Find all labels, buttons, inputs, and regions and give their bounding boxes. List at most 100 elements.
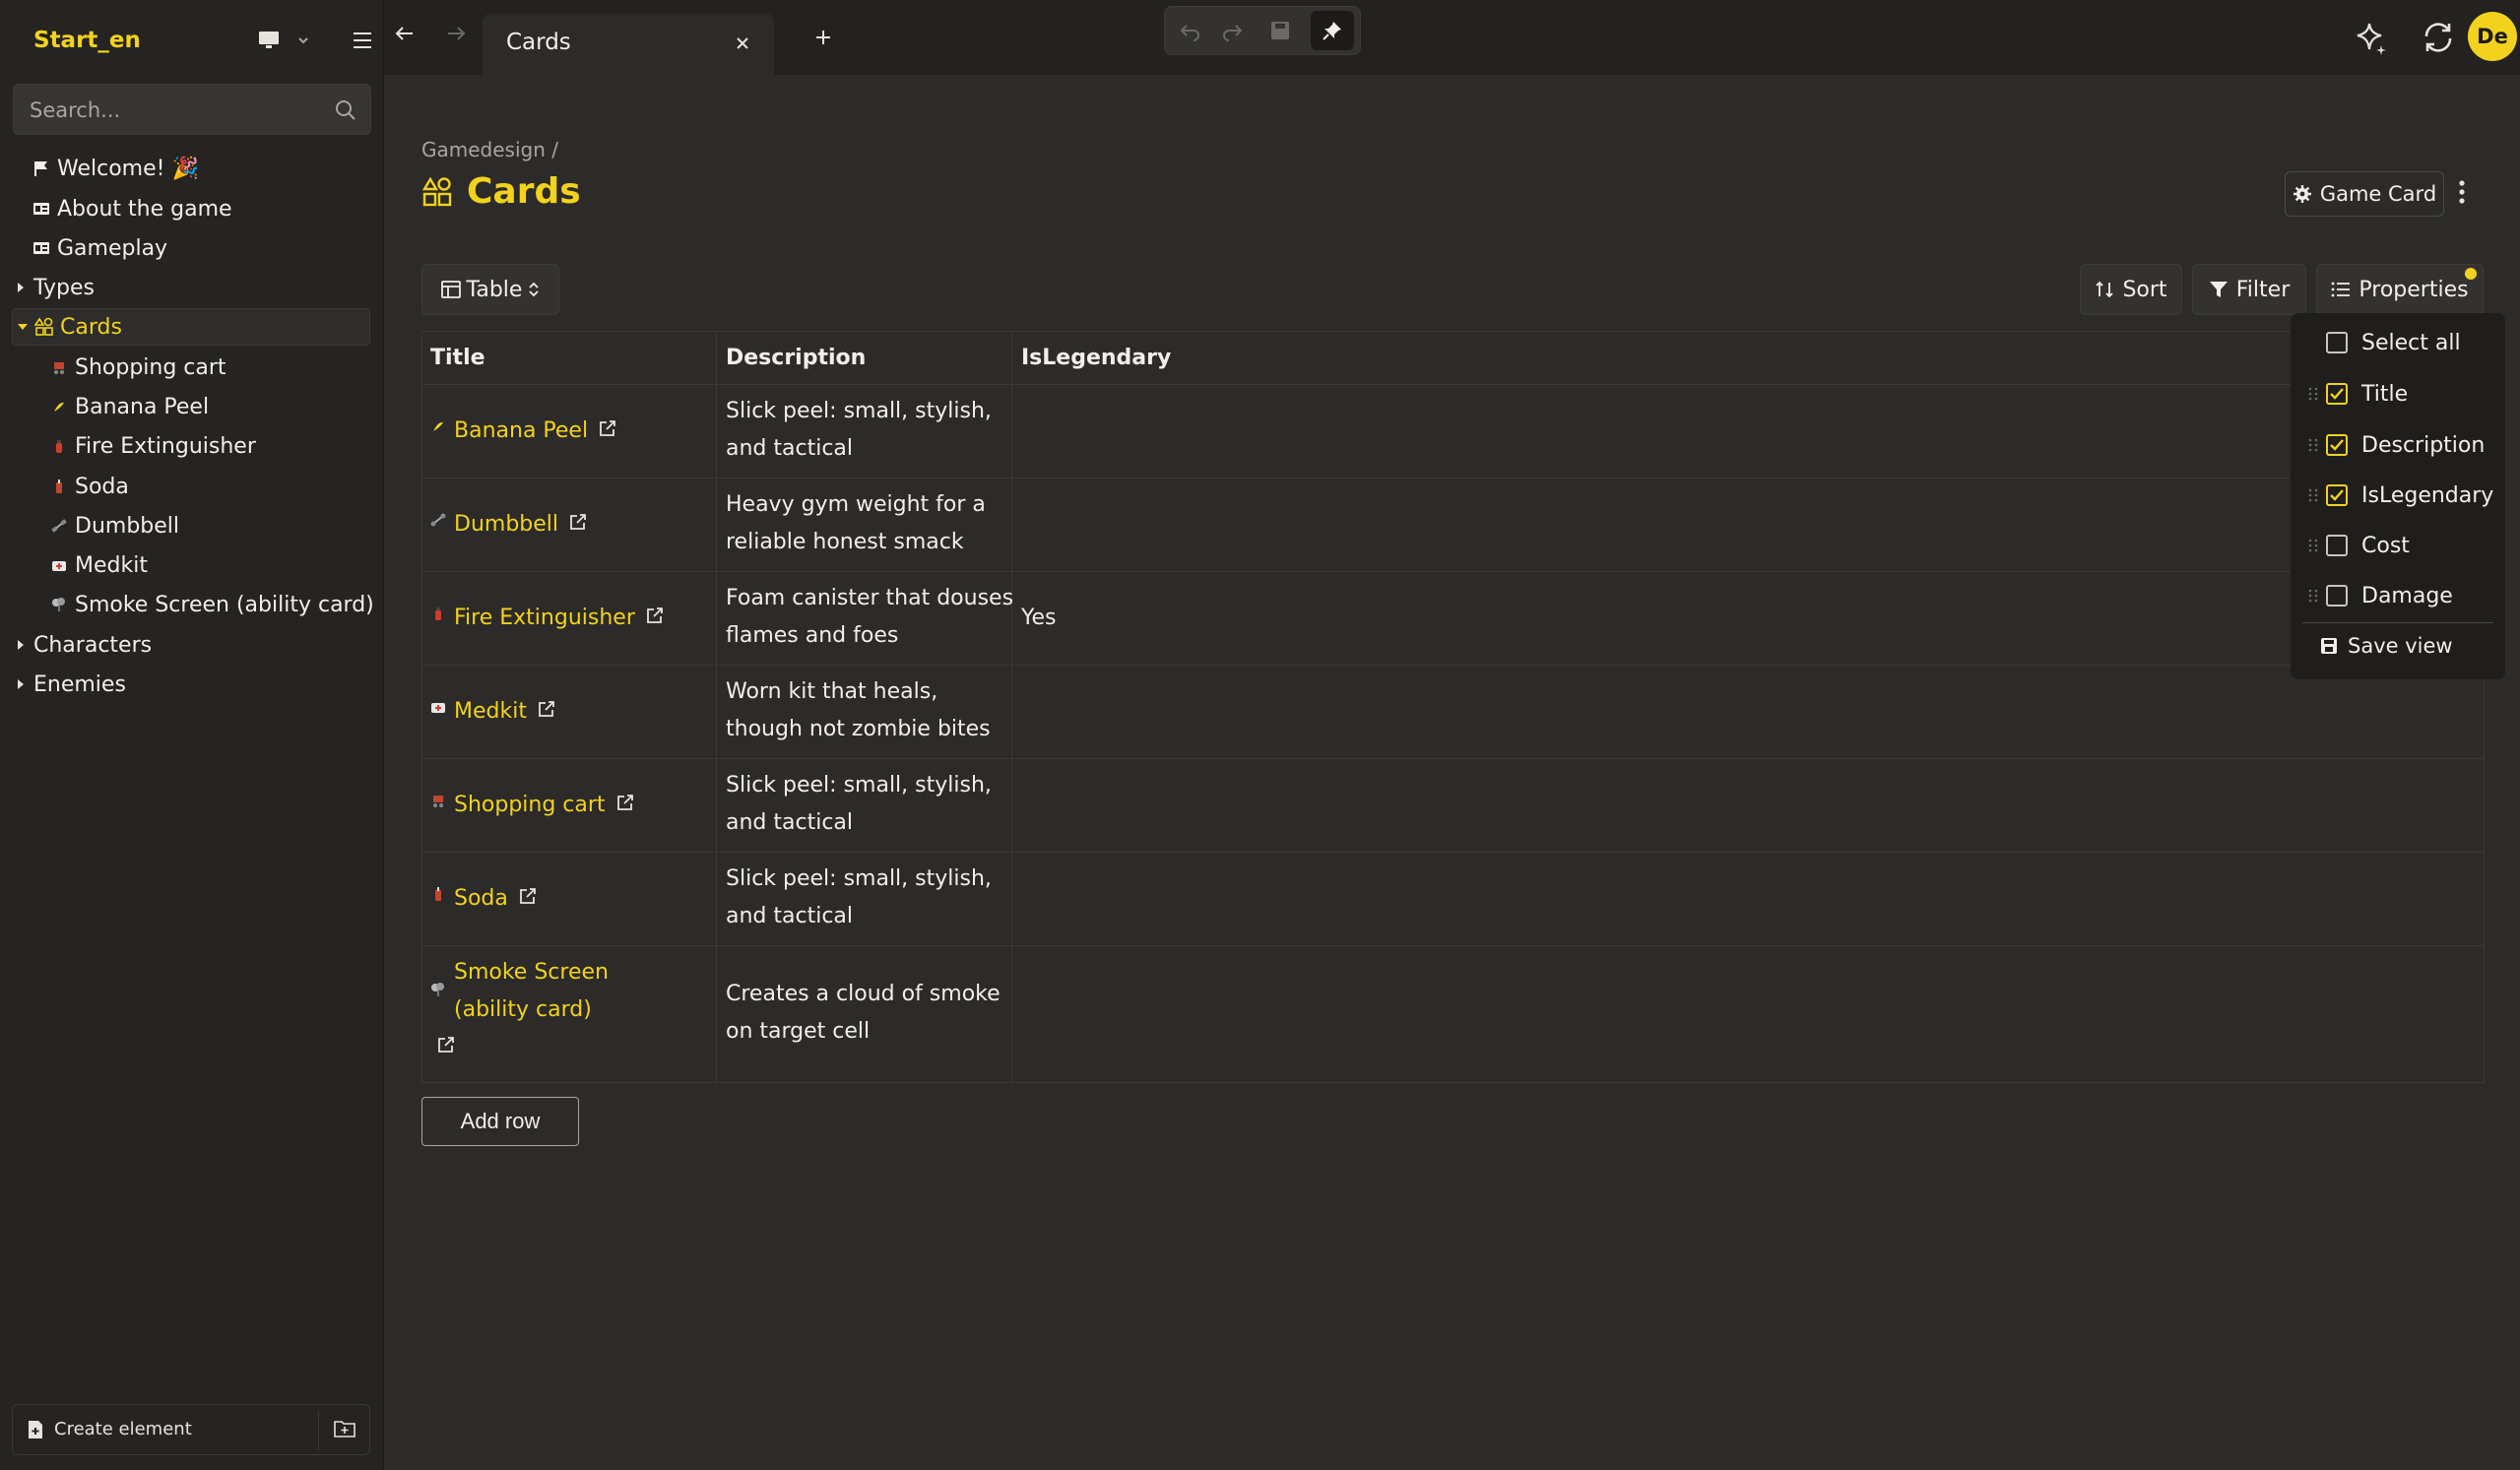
search-icon[interactable]: [335, 99, 356, 121]
more-vertical-icon[interactable]: [2458, 179, 2466, 205]
save-view-button[interactable]: Save view: [2320, 634, 2453, 658]
chevron-down-icon[interactable]: [297, 35, 309, 45]
checkbox[interactable]: [2326, 535, 2348, 556]
create-element-button[interactable]: Create element: [27, 1419, 192, 1439]
property-option-title[interactable]: Title: [2291, 374, 2505, 414]
row-islegendary[interactable]: Yes: [1021, 606, 1057, 630]
monitor-icon[interactable]: [258, 31, 280, 50]
property-label: Damage: [2361, 583, 2453, 608]
checkbox[interactable]: [2326, 332, 2348, 353]
workspace-name[interactable]: Start_en: [33, 28, 141, 53]
breadcrumb[interactable]: Gamedesign /: [421, 138, 558, 161]
sidebar-item-gameplay[interactable]: Gameplay: [32, 229, 167, 267]
sidebar-item-welcome[interactable]: Welcome! 🎉: [32, 150, 199, 187]
forward-arrow-icon[interactable]: [445, 24, 467, 43]
page-title-text: Cards: [467, 171, 581, 212]
properties-label: Properties: [2358, 277, 2469, 302]
close-icon[interactable]: [735, 35, 750, 51]
pin-icon[interactable]: [1311, 11, 1354, 50]
game-card-type-button[interactable]: Game Card: [2285, 171, 2444, 217]
checkbox-checked[interactable]: [2326, 434, 2348, 456]
add-folder-icon[interactable]: [334, 1419, 355, 1438]
external-link-icon[interactable]: [518, 886, 538, 906]
sidebar-item-smoke-screen[interactable]: Smoke Screen (ability card): [49, 586, 374, 623]
sidebar-item-about-the-game[interactable]: About the game: [32, 190, 232, 227]
drag-handle-icon[interactable]: [2308, 588, 2318, 604]
sidebar-item-fire-extinguisher[interactable]: Fire Extinguisher: [49, 427, 256, 465]
sidebar-item-label: Dumbbell: [75, 513, 180, 539]
sort-button[interactable]: Sort: [2080, 264, 2182, 315]
checkbox-checked[interactable]: [2326, 383, 2348, 405]
row-title-link[interactable]: Smoke Screen (ability card): [430, 954, 706, 1067]
smoke-emoji-icon: [49, 595, 69, 614]
caret-right-icon[interactable]: [16, 639, 30, 651]
add-row-button[interactable]: Add row: [421, 1097, 579, 1146]
redo-icon[interactable]: [1220, 20, 1244, 41]
external-link-icon[interactable]: [568, 512, 588, 532]
drag-handle-icon[interactable]: [2308, 487, 2318, 503]
drag-handle-icon[interactable]: [2308, 386, 2318, 402]
save-disk-icon[interactable]: [1269, 20, 1291, 41]
caret-down-icon[interactable]: [17, 322, 31, 332]
external-link-icon[interactable]: [436, 1035, 456, 1055]
sidebar-item-shopping-cart[interactable]: Shopping cart: [49, 349, 226, 386]
sidebar-item-label: Enemies: [33, 671, 126, 697]
row-title-link[interactable]: Shopping cart: [430, 793, 635, 817]
external-link-icon[interactable]: [598, 418, 617, 438]
data-table: Title Description IsLegendary Banana Pee…: [421, 331, 2485, 1083]
sidebar-item-medkit[interactable]: Medkit: [49, 546, 148, 584]
properties-button[interactable]: Properties: [2316, 264, 2484, 315]
property-option-cost[interactable]: Cost: [2291, 526, 2505, 565]
column-header-description[interactable]: Description: [726, 346, 866, 370]
row-description[interactable]: Heavy gym weight for a reliable honest s…: [726, 486, 1021, 561]
sparkle-ai-icon[interactable]: [2354, 20, 2389, 55]
tab-cards[interactable]: Cards: [483, 14, 774, 75]
drag-handle-icon[interactable]: [2308, 538, 2318, 553]
sidebar-item-enemies[interactable]: Enemies: [16, 666, 126, 703]
row-title-link[interactable]: Medkit: [430, 699, 556, 724]
checkbox[interactable]: [2326, 585, 2348, 607]
undo-icon[interactable]: [1179, 20, 1202, 41]
property-option-islegendary[interactable]: IsLegendary: [2291, 476, 2505, 515]
sync-refresh-icon[interactable]: [2421, 20, 2456, 55]
column-header-islegendary[interactable]: IsLegendary: [1021, 346, 1171, 370]
external-link-icon[interactable]: [615, 793, 635, 812]
save-disk-icon: [2321, 638, 2337, 654]
create-bar: Create element: [12, 1404, 370, 1455]
row-description[interactable]: Creates a cloud of smoke on target cell: [726, 976, 1021, 1051]
external-link-icon[interactable]: [645, 606, 665, 625]
sidebar-item-cards[interactable]: Cards: [12, 308, 370, 346]
row-title-link[interactable]: Fire Extinguisher: [430, 606, 665, 630]
filter-label: Filter: [2235, 277, 2291, 302]
caret-right-icon[interactable]: [16, 678, 30, 690]
property-option-description[interactable]: Description: [2291, 425, 2505, 465]
search-input[interactable]: [28, 94, 327, 127]
hamburger-menu-icon[interactable]: [351, 30, 374, 51]
row-description[interactable]: Slick peel: small, stylish, and tactical: [726, 767, 1021, 842]
back-arrow-icon[interactable]: [394, 24, 416, 43]
drag-handle-icon[interactable]: [2308, 437, 2318, 453]
row-description[interactable]: Slick peel: small, stylish, and tactical: [726, 861, 1021, 935]
checkbox-checked[interactable]: [2326, 484, 2348, 506]
row-title-link[interactable]: Soda: [430, 886, 538, 911]
sidebar-item-soda[interactable]: Soda: [49, 468, 129, 505]
row-description[interactable]: Worn kit that heals, though not zombie b…: [726, 673, 1021, 748]
new-tab-plus-icon[interactable]: [813, 28, 833, 47]
caret-right-icon[interactable]: [16, 282, 30, 293]
filter-button[interactable]: Filter: [2192, 264, 2306, 315]
row-description[interactable]: Slick peel: small, stylish, and tactical: [726, 393, 1021, 468]
select-all-option[interactable]: Select all: [2291, 323, 2505, 362]
row-title-link[interactable]: Dumbbell: [430, 512, 588, 537]
property-option-damage[interactable]: Damage: [2291, 576, 2505, 615]
column-header-title[interactable]: Title: [430, 346, 485, 370]
sidebar-item-label: Characters: [33, 632, 153, 658]
sidebar-item-characters[interactable]: Characters: [16, 626, 152, 664]
sidebar-item-types[interactable]: Types: [16, 269, 95, 306]
avatar[interactable]: De: [2468, 12, 2517, 61]
sidebar-item-dumbbell[interactable]: Dumbbell: [49, 507, 179, 544]
sidebar-item-banana-peel[interactable]: Banana Peel: [49, 388, 209, 425]
external-link-icon[interactable]: [537, 699, 556, 719]
row-description[interactable]: Foam canister that douses flames and foe…: [726, 580, 1021, 655]
view-switcher-button[interactable]: Table: [421, 264, 559, 315]
row-title-link[interactable]: Banana Peel: [430, 418, 617, 443]
